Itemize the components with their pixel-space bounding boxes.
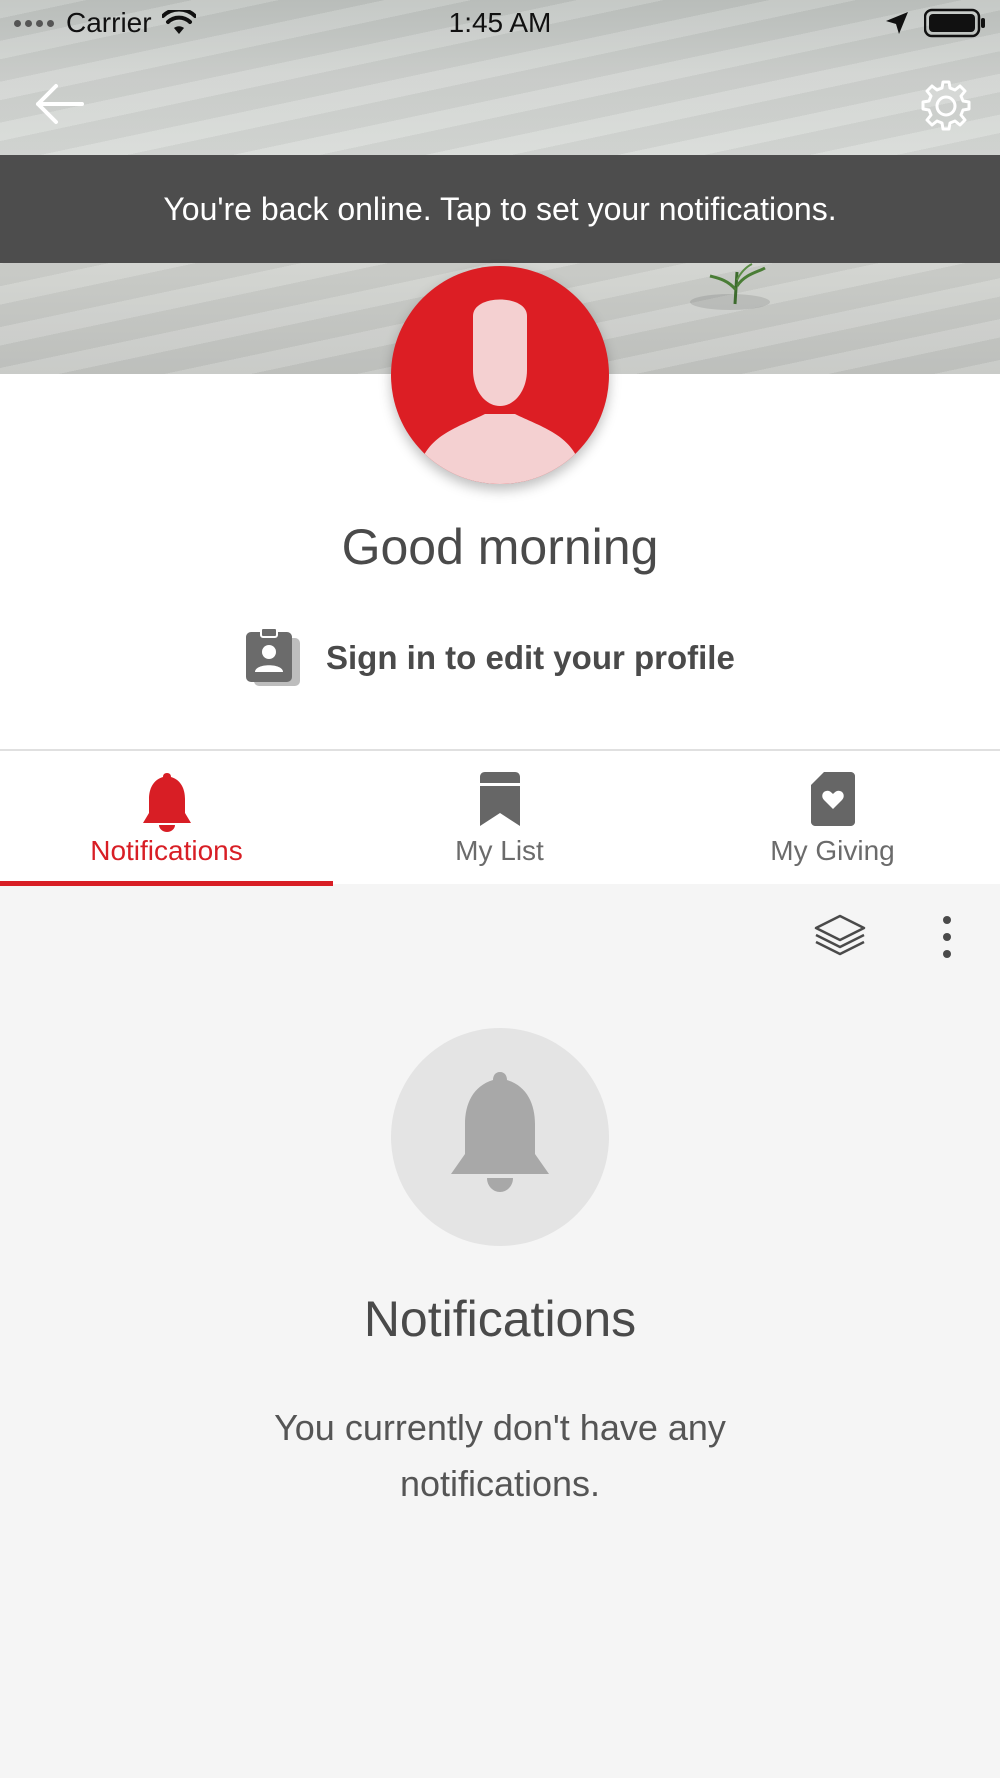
tab-label: My Giving [770, 835, 895, 866]
signin-label: Sign in to edit your profile [326, 639, 735, 676]
tab-label: My List [455, 835, 544, 866]
bookmark-icon [479, 772, 520, 826]
battery-icon [924, 8, 985, 38]
location-arrow-icon [886, 12, 908, 34]
status-bar: Carrier 1:45 AM [0, 0, 1000, 46]
tab-my-giving[interactable]: My Giving [666, 751, 999, 886]
empty-state-icon-circle [391, 1028, 609, 1246]
layers-button[interactable] [812, 912, 868, 962]
signin-link[interactable]: Sign in to edit your profile [244, 628, 735, 688]
back-button[interactable] [28, 76, 92, 132]
active-tab-indicator [0, 881, 333, 886]
arrow-left-icon [36, 84, 84, 124]
bell-icon [451, 1072, 549, 1192]
more-options-button[interactable] [932, 912, 962, 962]
empty-state-title: Notifications [363, 1291, 637, 1347]
heart-document-icon [810, 772, 855, 826]
avatar[interactable] [391, 266, 609, 484]
tab-my-list[interactable]: My List [333, 751, 666, 886]
greeting-heading: Good morning [341, 519, 659, 575]
layers-icon [814, 914, 866, 956]
clock: 1:45 AM [448, 7, 552, 38]
profile-tabs: Notifications My List My Giving [0, 749, 1000, 886]
tab-notifications[interactable]: Notifications [0, 751, 333, 886]
settings-button[interactable] [918, 78, 974, 134]
id-badge-icon [246, 628, 300, 686]
tab-label: Notifications [90, 835, 243, 866]
bell-icon [142, 773, 191, 832]
gear-icon [921, 80, 971, 131]
person-silhouette-icon [421, 299, 579, 484]
plant-sprout-image [690, 263, 770, 310]
more-vertical-icon [943, 916, 951, 958]
online-status-banner[interactable]: You're back online. Tap to set your noti… [0, 155, 1000, 263]
banner-text: You're back online. Tap to set your noti… [163, 191, 837, 227]
empty-state-message: You currently don't have any notificatio… [274, 1407, 726, 1504]
